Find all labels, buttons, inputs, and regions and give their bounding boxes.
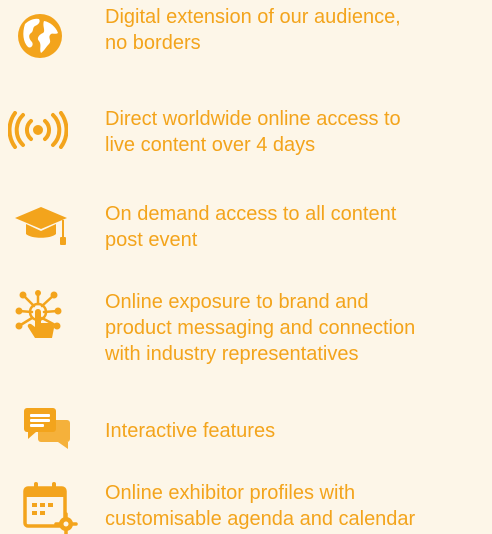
feature-list: Digital extension of our audience, no bo… <box>0 0 492 534</box>
touch-network-icon <box>15 290 62 338</box>
feature-text-line: customisable agenda and calendar <box>105 508 416 530</box>
chat-bubbles-icon <box>24 408 70 449</box>
feature-text-line: Digital extension of our audience, <box>105 6 401 28</box>
calendar-settings-icon <box>23 482 78 534</box>
feature-text-line: post event <box>105 229 198 251</box>
feature-text-line: Direct worldwide online access to <box>105 108 401 130</box>
feature-text-line: Online exhibitor profiles with <box>105 482 356 504</box>
broadcast-icon <box>8 111 68 149</box>
feature-text-line: Interactive features <box>105 420 276 442</box>
globe-icon <box>18 14 62 58</box>
feature-text-line: Online exposure to brand and <box>105 291 369 313</box>
graduation-cap-icon <box>15 207 67 245</box>
feature-text-line: with industry representatives <box>105 343 359 365</box>
feature-text-line: product messaging and connection <box>105 317 416 339</box>
feature-text-line: live content over 4 days <box>105 134 316 156</box>
feature-text-line: On demand access to all content <box>105 203 397 225</box>
feature-text-line: no borders <box>105 32 201 54</box>
